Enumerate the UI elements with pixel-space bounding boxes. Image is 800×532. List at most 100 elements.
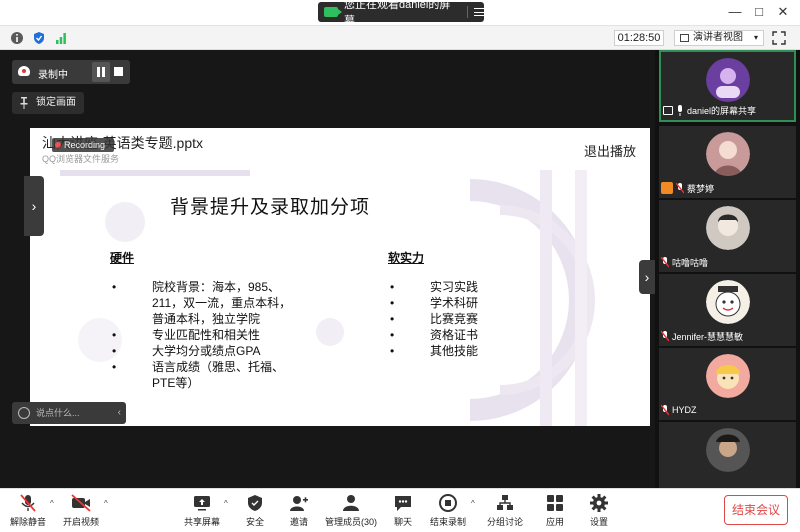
participant-panel: daniel的屏幕共享 蔡梦婷 咕噜咕噜 Jennifer-慧慧慧敏 HYDZ (655, 50, 800, 488)
video-off-icon (71, 494, 91, 512)
cloud-record-icon (18, 66, 30, 76)
recording-label: 录制中 (38, 70, 68, 81)
divider (467, 6, 469, 18)
shared-screen-stage: 录制中 锁定画面 汕大讲座-英语类专题.pptx QQ浏览器文件服务 Recor… (0, 50, 655, 488)
breakout-icon (497, 495, 513, 510)
unmute-button[interactable]: 解除静音 (8, 493, 48, 531)
recording-controls: 录制中 (12, 60, 130, 84)
gear-icon (590, 494, 608, 512)
start-video-button[interactable]: 开启视频 (60, 493, 102, 531)
participant-tile[interactable]: 咕噜咕噜 (659, 200, 796, 272)
manage-members-button[interactable]: 管理成员(30) (322, 493, 380, 531)
fullscreen-icon[interactable] (772, 31, 786, 45)
shield-icon (248, 495, 262, 511)
chat-button[interactable]: 聊天 (388, 493, 418, 531)
microphone-muted-icon (661, 404, 669, 415)
participant-namebar: Jennifer-慧慧慧敏 (661, 329, 743, 343)
avatar (705, 428, 750, 472)
microphone-icon (678, 104, 682, 116)
host-badge-icon (661, 182, 673, 194)
breakout-rooms-button[interactable]: 分组讨论 (484, 493, 526, 531)
apps-button[interactable]: 应用 (540, 493, 570, 531)
chat-icon (395, 496, 411, 511)
screen-share-icon (324, 7, 342, 17)
chevron-up-icon[interactable]: ^ (224, 499, 228, 508)
list-item: 普通本科，独立学院 (152, 312, 261, 326)
invite-button[interactable]: 邀请 (284, 493, 314, 531)
maximize-icon[interactable]: □ (750, 3, 768, 21)
panel-toggle-chevron-icon[interactable]: › (639, 260, 655, 294)
record-stop-icon (439, 494, 457, 512)
end-meeting-button[interactable]: 结束会议 (724, 495, 788, 525)
screen-share-icon (663, 105, 673, 115)
list-item: • 大学均分或绩点GPA (112, 344, 261, 358)
close-icon[interactable]: ✕ (774, 3, 792, 21)
ppt-window-header: 汕大讲座-英语类专题.pptx QQ浏览器文件服务 Recording 退出播放 (30, 128, 650, 170)
users-icon (343, 495, 359, 511)
share-screen-button[interactable]: 共享屏幕 (182, 493, 222, 531)
presentation-slide: 背景提升及录取加分项 硬件 软实力 • 院校背景：海本，985、 211，双一流，… (30, 170, 650, 426)
chat-quick-input[interactable]: 说点什么... ‹ (12, 402, 126, 424)
pause-recording-button[interactable] (92, 62, 110, 82)
participant-tile[interactable]: Jennifer-慧慧慧敏 (659, 274, 796, 346)
microphone-muted-icon (676, 182, 684, 193)
meeting-timer: 01:28:50 (614, 30, 664, 46)
avatar (705, 58, 750, 102)
participant-namebar: daniel的屏幕共享 (663, 103, 756, 117)
list-item: PTE等） (152, 376, 200, 390)
list-item: • 语言成绩（雅思、托福、 (112, 360, 285, 374)
meeting-toolbar: 解除静音 ^ 开启视频 ^ 共享屏幕 ^ 安全 邀请 管理成员(30) 聊天 结… (0, 488, 800, 532)
participant-namebar: HYDZ (661, 403, 697, 417)
avatar (705, 132, 750, 176)
recording-badge: Recording (52, 138, 114, 152)
chevron-up-icon[interactable]: ^ (471, 499, 475, 508)
list-item: • 实习实践 (390, 280, 479, 294)
security-button[interactable]: 安全 (240, 493, 270, 531)
emoji-icon[interactable] (18, 407, 30, 419)
chevron-left-icon[interactable]: ‹ (118, 402, 121, 424)
grid-view-icon (680, 34, 689, 42)
title-bar: 您正在观看daniel的屏幕 — □ ✕ (0, 0, 800, 27)
meeting-info-bar: 01:28:50 演讲者视图 ▾ (0, 26, 800, 50)
list-item: • 资格证书 (390, 328, 479, 342)
ppt-source-label: QQ浏览器文件服务 (42, 154, 120, 164)
signal-icon[interactable] (54, 31, 68, 45)
list-item: • 院校背景：海本，985、 (112, 280, 281, 294)
end-recording-button[interactable]: 结束录制 (428, 493, 468, 531)
menu-icon[interactable] (474, 8, 484, 16)
exit-playback-button[interactable]: 退出播放 (584, 141, 636, 160)
list-item: • 比赛竞赛 (390, 312, 479, 326)
participant-tile[interactable]: daniel的屏幕共享 (659, 50, 796, 122)
avatar (705, 354, 750, 398)
participant-namebar: 蔡梦婷 (661, 181, 714, 195)
share-screen-icon (194, 496, 210, 511)
shield-icon[interactable] (32, 31, 46, 45)
apps-icon (547, 495, 563, 511)
participant-tile[interactable]: HYDZ (659, 348, 796, 420)
chevron-right-icon[interactable]: › (24, 176, 44, 236)
participant-tile[interactable]: 蔡梦婷 (659, 126, 796, 198)
stop-recording-button[interactable] (114, 67, 123, 76)
microphone-muted-icon (661, 330, 669, 341)
chevron-up-icon[interactable]: ^ (50, 499, 54, 508)
chevron-down-icon: ▾ (753, 33, 758, 42)
list-item: • 其他技能 (390, 344, 479, 358)
chevron-up-icon[interactable]: ^ (104, 499, 108, 508)
list-item: • 学术科研 (390, 296, 479, 310)
pin-icon (20, 97, 28, 109)
view-mode-dropdown[interactable]: 演讲者视图 ▾ (674, 30, 764, 46)
share-status-text: 您正在观看daniel的屏幕 (343, 0, 451, 27)
screen-share-status[interactable]: 您正在观看daniel的屏幕 (318, 0, 484, 27)
minimize-icon[interactable]: — (726, 3, 744, 21)
avatar (705, 280, 750, 324)
view-mode-label: 演讲者视图 (693, 32, 743, 43)
settings-button[interactable]: 设置 (584, 493, 614, 531)
hard-skills-heading: 硬件 (110, 251, 135, 265)
soft-skills-heading: 软实力 (388, 251, 425, 265)
info-icon[interactable] (10, 31, 24, 45)
list-item: • 专业匹配性和相关性 (112, 328, 261, 342)
list-item: 211，双一流，重点本科， (152, 296, 292, 310)
participant-tile[interactable] (659, 422, 796, 488)
chat-placeholder: 说点什么... (36, 408, 80, 418)
lock-screen-button[interactable]: 锁定画面 (12, 92, 84, 114)
